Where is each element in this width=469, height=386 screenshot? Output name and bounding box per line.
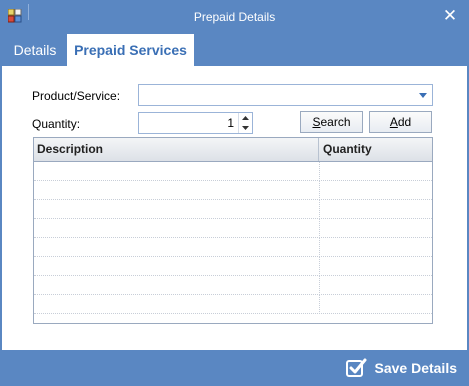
window-title: Prepaid Details	[193, 10, 276, 24]
cell-separator	[319, 181, 320, 200]
title-bar: Prepaid Details ✕	[0, 0, 469, 34]
combobox-dropdown-button[interactable]	[414, 85, 432, 105]
grid-header: Description Quantity	[34, 138, 432, 162]
table-row[interactable]	[34, 238, 432, 257]
chevron-down-icon	[419, 93, 427, 98]
chevron-up-icon	[242, 116, 249, 120]
grid-body	[34, 162, 432, 323]
close-icon: ✕	[442, 6, 458, 25]
cell-separator	[319, 219, 320, 238]
search-button[interactable]: Search	[300, 111, 363, 133]
footer-bar: Save Details	[0, 350, 469, 386]
prepaid-services-panel: Product/Service: Quantity: 1 Search Add …	[2, 66, 467, 350]
table-row[interactable]	[34, 181, 432, 200]
cell-separator	[319, 200, 320, 219]
cell-separator	[319, 238, 320, 257]
column-header-quantity[interactable]: Quantity	[319, 138, 432, 161]
save-details-label: Save Details	[374, 360, 458, 376]
quantity-value[interactable]: 1	[227, 116, 234, 130]
cell-separator	[319, 295, 320, 314]
cell-separator	[319, 257, 320, 276]
checkbox-check-icon	[345, 358, 366, 377]
prepaid-services-grid[interactable]: Description Quantity	[33, 137, 433, 324]
stepper-up-button[interactable]	[239, 113, 252, 123]
save-details-button[interactable]: Save Details	[345, 355, 458, 381]
product-service-label: Product/Service:	[32, 89, 121, 103]
table-row[interactable]	[34, 200, 432, 219]
cell-separator	[319, 276, 320, 295]
chevron-down-icon	[242, 126, 249, 130]
quantity-label: Quantity:	[32, 117, 81, 131]
add-button[interactable]: Add	[369, 111, 432, 133]
close-button[interactable]: ✕	[437, 5, 463, 27]
quantity-stepper[interactable]: 1	[138, 112, 253, 134]
product-service-combobox[interactable]	[138, 84, 433, 106]
column-header-description[interactable]: Description	[34, 138, 319, 161]
stepper-down-button[interactable]	[239, 123, 252, 133]
tab-details[interactable]: Details	[6, 34, 64, 66]
table-row[interactable]	[34, 162, 432, 181]
table-row[interactable]	[34, 276, 432, 295]
cell-separator	[319, 162, 320, 181]
stepper-buttons	[238, 113, 252, 133]
prepaid-details-window: Prepaid Details ✕ Details Prepaid Servic…	[0, 0, 469, 386]
table-row[interactable]	[34, 219, 432, 238]
table-row[interactable]	[34, 257, 432, 276]
table-row[interactable]	[34, 295, 432, 314]
tab-prepaid-services[interactable]: Prepaid Services	[67, 34, 194, 66]
